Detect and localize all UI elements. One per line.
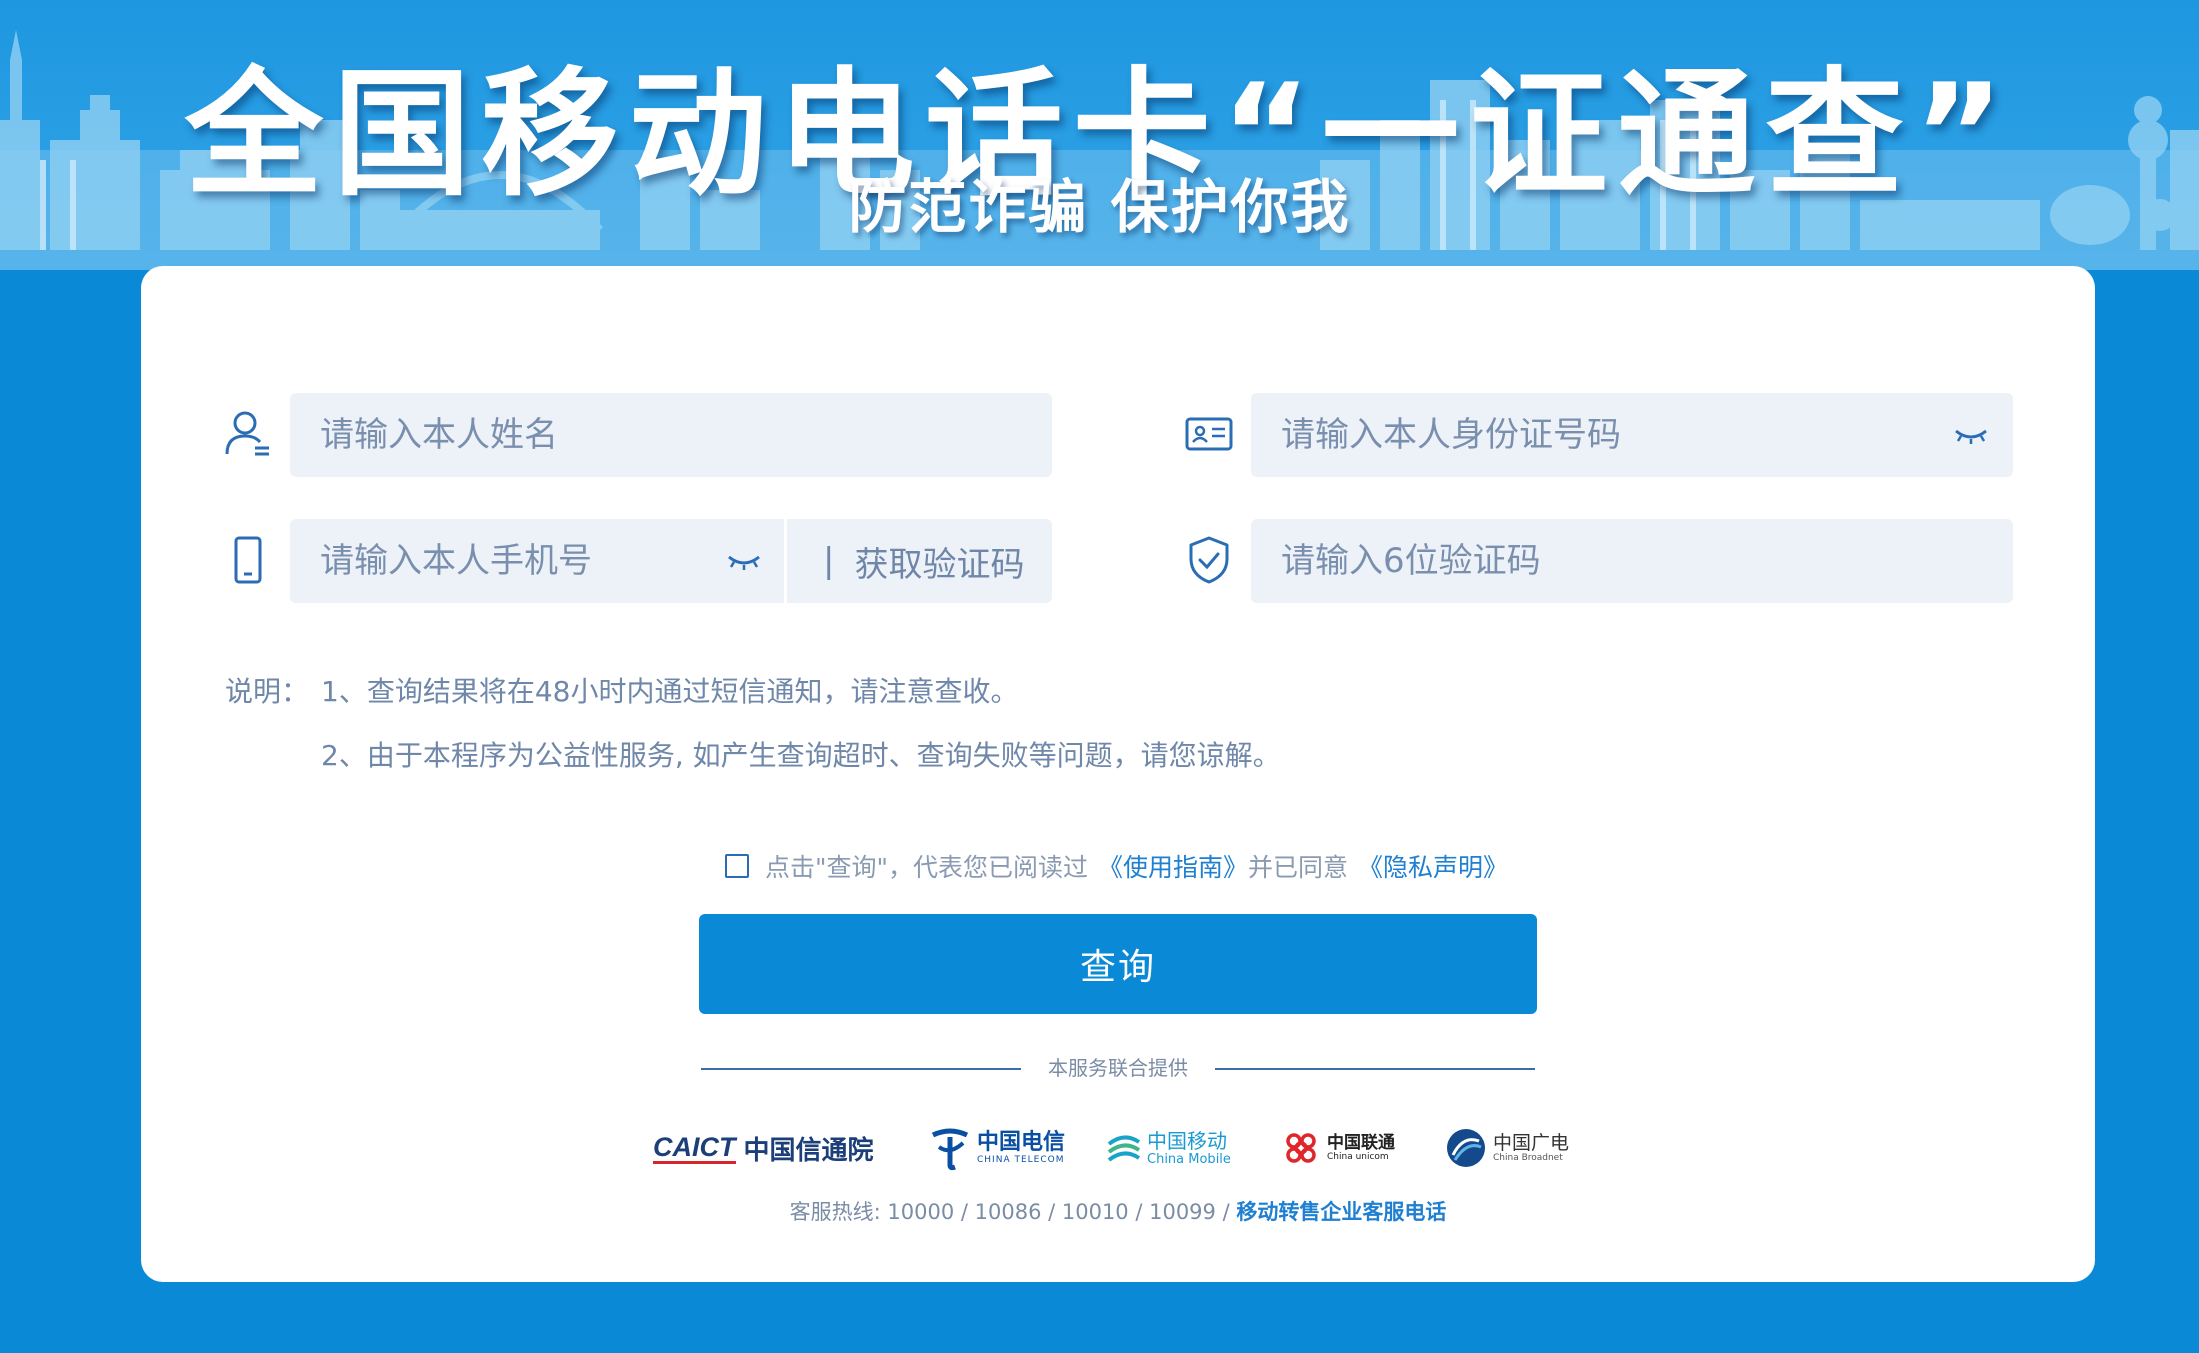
china-telecom-icon <box>931 1128 969 1171</box>
get-code-label: 获取验证码 <box>854 544 1025 585</box>
agreement-checkbox[interactable] <box>725 854 749 878</box>
phone-icon <box>221 533 275 587</box>
china-mobile-name: 中国移动 <box>1147 1128 1227 1153</box>
note-item: 2、由于本程序为公益性服务, 如产生查询超时、查询失败等问题，请您谅解。 <box>321 739 1281 772</box>
eye-closed-icon[interactable] <box>1953 419 1989 449</box>
id-card-icon <box>1182 407 1236 461</box>
china-unicom-en: China unicom <box>1327 1152 1389 1162</box>
provider-divider: 本服务联合提供 <box>701 1052 1535 1082</box>
china-broadnet-name: 中国广电 <box>1493 1132 1570 1154</box>
phone-field[interactable] <box>290 519 784 603</box>
china-telecom-logo: 中国电信 CHINA TELECOM <box>929 1118 1065 1178</box>
privacy-statement-link[interactable]: 《隐私声明》 <box>1358 848 1508 884</box>
china-telecom-name: 中国电信 <box>977 1130 1066 1155</box>
usage-guide-link[interactable]: 《使用指南》 <box>1098 848 1248 884</box>
china-mobile-icon <box>1107 1135 1141 1162</box>
notes-label: 说明： <box>225 675 310 708</box>
caict-logo: CAICT 中国信通院 <box>653 1118 874 1178</box>
shield-check-icon <box>1182 533 1236 587</box>
caict-mark: CAICT <box>653 1131 736 1164</box>
id-number-field[interactable] <box>1251 393 2013 477</box>
hotline-text: 客服热线: 10000 / 10086 / 10010 / 10099 / <box>789 1200 1230 1224</box>
divider-line <box>1215 1068 1535 1070</box>
agreement-text-middle: 并已同意 <box>1248 853 1349 882</box>
verification-code-field[interactable] <box>1251 519 2013 603</box>
china-unicom-name: 中国联通 <box>1327 1133 1395 1153</box>
header-banner: 全国移动电话卡“一证通查” 防范诈骗 保护你我 <box>0 0 2199 270</box>
eye-closed-icon[interactable] <box>726 545 762 575</box>
user-icon <box>221 407 275 461</box>
note-item: 1、查询结果将在48小时内通过短信通知，请注意查收。 <box>321 675 1019 708</box>
hotline-footer: 客服热线: 10000 / 10086 / 10010 / 10099 / 移动… <box>141 1196 2095 1226</box>
mvno-hotline-link[interactable]: 移动转售企业客服电话 <box>1236 1200 1446 1224</box>
china-unicom-icon <box>1286 1133 1316 1163</box>
china-telecom-en: CHINA TELECOM <box>977 1155 1065 1165</box>
china-mobile-en: China Mobile <box>1147 1151 1231 1167</box>
get-code-button[interactable]: | 获取验证码 <box>787 519 1052 603</box>
china-unicom-logo: 中国联通 China unicom <box>1281 1118 1395 1178</box>
verification-code-input[interactable] <box>1251 519 2013 603</box>
china-broadnet-icon <box>1447 1129 1485 1167</box>
china-mobile-logo: 中国移动 China Mobile <box>1105 1118 1231 1178</box>
query-button[interactable]: 查询 <box>699 914 1537 1014</box>
agreement-row: 点击"查询"，代表您已阅读过 《使用指南》 并已同意 《隐私声明》 <box>725 846 1508 886</box>
provider-text: 本服务联合提供 <box>1048 1056 1188 1080</box>
name-input[interactable] <box>290 393 1052 477</box>
id-number-input[interactable] <box>1251 393 2013 477</box>
name-field[interactable] <box>290 393 1052 477</box>
caict-name: 中国信通院 <box>743 1135 874 1166</box>
get-code-divider: | <box>823 541 835 581</box>
china-broadnet-en: China Broadnet <box>1493 1153 1563 1163</box>
partner-logos: CAICT 中国信通院 中国电信 CHINA TELECOM 中国移动 Chin… <box>653 1118 1653 1178</box>
agreement-text: 点击"查询"，代表您已阅读过 <box>765 853 1088 882</box>
banner-subtitle: 防范诈骗 保护你我 <box>848 173 1351 241</box>
query-form-card: | 获取验证码 说明： 1、查询结果将在48小时内通过短信通知，请注意查收。 2… <box>141 266 2095 1282</box>
china-broadnet-logo: 中国广电 China Broadnet <box>1445 1118 1569 1178</box>
phone-input[interactable] <box>290 519 784 603</box>
